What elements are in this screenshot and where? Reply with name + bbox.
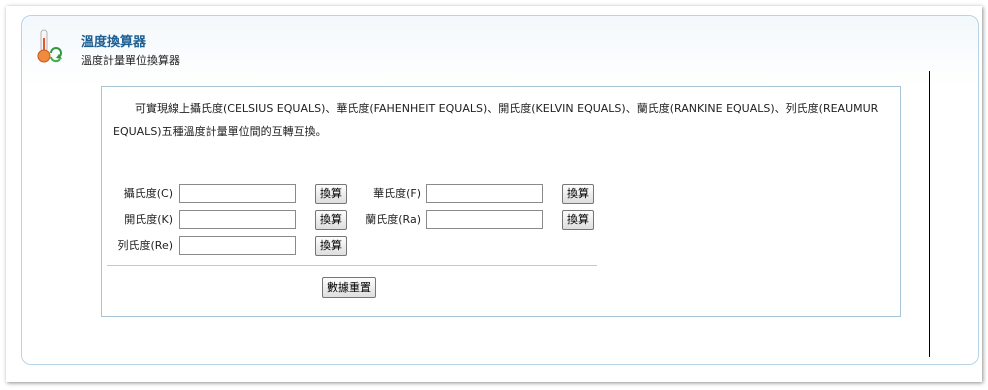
rankine-label: 蘭氏度(Ra): [365, 213, 421, 226]
kelvin-input[interactable]: [179, 210, 296, 229]
page-subtitle: 溫度計量單位換算器: [81, 54, 180, 67]
thermometer-icon: [37, 29, 62, 63]
celsius-label: 攝氏度(C): [123, 187, 173, 200]
celsius-input[interactable]: [179, 184, 296, 203]
celsius-convert-button[interactable]: 換算: [315, 184, 347, 204]
reaumur-input[interactable]: [179, 236, 296, 255]
rankine-input[interactable]: [426, 210, 543, 229]
vertical-divider: [929, 71, 930, 357]
fahrenheit-label: 華氏度(F): [373, 187, 421, 200]
reaumur-label: 列氏度(Re): [117, 239, 174, 252]
fahrenheit-input[interactable]: [426, 184, 543, 203]
reaumur-convert-button[interactable]: 換算: [315, 236, 347, 256]
reset-button[interactable]: 數據重置: [322, 277, 376, 298]
description-text: 可實現線上攝氏度(CELSIUS EQUALS)、華氏度(FAHENHEIT E…: [113, 102, 879, 138]
fahrenheit-convert-button[interactable]: 換算: [562, 184, 594, 204]
form-separator: [107, 265, 597, 266]
kelvin-convert-button[interactable]: 換算: [315, 210, 347, 230]
rankine-convert-button[interactable]: 換算: [562, 210, 594, 230]
page-title: 溫度換算器: [81, 35, 147, 50]
kelvin-label: 開氏度(K): [124, 213, 173, 226]
